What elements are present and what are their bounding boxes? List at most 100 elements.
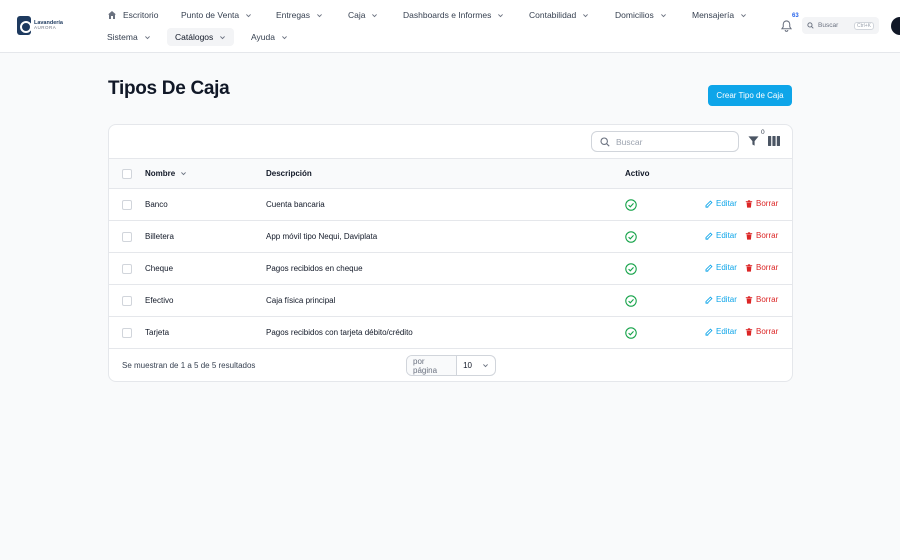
- column-header-name[interactable]: Nombre: [145, 169, 187, 178]
- table-row: Tarjeta Pagos recibidos con tarjeta débi…: [109, 317, 792, 349]
- nav-item-label: Entregas: [276, 10, 311, 20]
- check-circle-icon: [625, 231, 637, 243]
- column-header-active: Activo: [625, 169, 649, 178]
- table-search-input[interactable]: Buscar: [591, 131, 739, 152]
- nav-item-label: Escritorio: [123, 10, 159, 20]
- filter-icon[interactable]: [748, 135, 759, 147]
- chevron-down-icon: [498, 13, 504, 17]
- chevron-down-icon: [282, 35, 287, 39]
- edit-button[interactable]: Editar: [705, 231, 737, 240]
- notification-count-badge: 63: [792, 13, 799, 19]
- user-avatar[interactable]: [891, 17, 900, 35]
- cell-description: Cuenta bancaria: [266, 200, 325, 209]
- chevron-down-icon: [660, 13, 666, 17]
- row-checkbox[interactable]: [122, 296, 132, 306]
- chevron-down-icon: [483, 364, 488, 368]
- nav-item-catalogos[interactable]: Catálogos: [167, 28, 235, 46]
- chevron-down-icon: [144, 35, 150, 39]
- filter-count-badge: 0: [761, 129, 765, 136]
- edit-label: Editar: [716, 231, 737, 240]
- nav-item-dashboards[interactable]: Dashboards e Informes: [403, 6, 504, 24]
- select-all-checkbox[interactable]: [122, 169, 132, 179]
- nav-item-ayuda[interactable]: Ayuda: [251, 28, 288, 46]
- column-header-label: Nombre: [145, 169, 176, 178]
- nav-item-mensajeria[interactable]: Mensajería: [692, 6, 747, 24]
- nav-item-entregas[interactable]: Entregas: [276, 6, 323, 24]
- global-search-button[interactable]: Buscar Ctrl+K: [802, 17, 879, 34]
- edit-icon: [705, 263, 713, 272]
- edit-button[interactable]: Editar: [705, 199, 737, 208]
- cell-name: Banco: [145, 200, 168, 209]
- cell-name: Cheque: [145, 264, 174, 273]
- search-icon: [807, 22, 814, 29]
- washing-machine-icon: [17, 16, 32, 35]
- nav-item-escritorio[interactable]: Escritorio: [107, 6, 158, 24]
- delete-button[interactable]: Borrar: [745, 199, 778, 208]
- page-title: Tipos De Caja: [108, 78, 230, 99]
- nav-item-contabilidad[interactable]: Contabilidad: [529, 6, 589, 24]
- trash-icon: [745, 327, 753, 336]
- table-card: Buscar 0 Nombre Descripción Activo Banco…: [108, 124, 793, 382]
- nav-item-label: Ayuda: [251, 32, 275, 42]
- cell-description: Caja física principal: [266, 296, 336, 305]
- nav-item-label: Mensajería: [692, 10, 735, 20]
- cell-name: Billetera: [145, 232, 174, 241]
- columns-icon[interactable]: [768, 136, 780, 146]
- per-page-select[interactable]: por página 10: [406, 355, 496, 376]
- edit-button[interactable]: Editar: [705, 263, 737, 272]
- column-header-label: Descripción: [266, 169, 312, 178]
- per-page-value: 10: [463, 361, 472, 370]
- check-circle-icon: [625, 199, 637, 211]
- delete-label: Borrar: [756, 231, 779, 240]
- nav-item-caja[interactable]: Caja: [348, 6, 378, 24]
- cell-name: Tarjeta: [145, 328, 170, 337]
- chevron-down-icon: [741, 13, 746, 17]
- edit-label: Editar: [716, 263, 737, 272]
- delete-label: Borrar: [756, 199, 779, 208]
- per-page-label: por página: [407, 356, 458, 375]
- edit-button[interactable]: Editar: [705, 295, 737, 304]
- pagination-summary: Se muestran de 1 a 5 de 5 resultados: [122, 361, 256, 370]
- nav-item-label: Contabilidad: [529, 10, 577, 20]
- trash-icon: [745, 263, 753, 272]
- edit-button[interactable]: Editar: [705, 327, 737, 336]
- cell-name: Efectivo: [145, 296, 174, 305]
- row-checkbox[interactable]: [122, 232, 132, 242]
- chevron-down-icon: [181, 172, 187, 176]
- check-circle-icon: [625, 263, 637, 275]
- delete-button[interactable]: Borrar: [745, 295, 778, 304]
- delete-label: Borrar: [756, 263, 779, 272]
- nav-item-label: Dashboards e Informes: [403, 10, 492, 20]
- row-checkbox[interactable]: [122, 328, 132, 338]
- nav-item-punto-de-venta[interactable]: Punto de Venta: [181, 6, 252, 24]
- edit-icon: [705, 231, 713, 240]
- table-row: Efectivo Caja física principal Editar Bo…: [109, 285, 792, 317]
- column-header-label: Activo: [625, 169, 650, 178]
- create-cash-type-button[interactable]: Crear Tipo de Caja: [708, 85, 792, 106]
- nav-item-label: Catálogos: [175, 32, 214, 42]
- cell-description: Pagos recibidos con tarjeta débito/crédi…: [266, 328, 413, 337]
- column-header-description: Descripción: [266, 169, 312, 178]
- trash-icon: [745, 199, 753, 208]
- bell-icon[interactable]: [780, 19, 793, 32]
- edit-label: Editar: [716, 295, 737, 304]
- cell-description: App móvil tipo Nequi, Daviplata: [266, 232, 378, 241]
- nav-item-label: Domicilios: [615, 10, 654, 20]
- cell-description: Pagos recibidos en cheque: [266, 264, 363, 273]
- delete-button[interactable]: Borrar: [745, 263, 778, 272]
- chevron-down-icon: [220, 35, 226, 39]
- brand-subname: AURORA: [33, 25, 57, 30]
- row-checkbox[interactable]: [122, 200, 132, 210]
- brand-logo[interactable]: Lavandería AURORA: [17, 16, 63, 35]
- trash-icon: [745, 295, 753, 304]
- table-header: Nombre Descripción Activo: [109, 158, 792, 189]
- nav-item-sistema[interactable]: Sistema: [107, 28, 151, 46]
- row-checkbox[interactable]: [122, 264, 132, 274]
- delete-button[interactable]: Borrar: [745, 327, 778, 336]
- delete-button[interactable]: Borrar: [745, 231, 778, 240]
- table-row: Cheque Pagos recibidos en cheque Editar …: [109, 253, 792, 285]
- edit-icon: [705, 199, 713, 208]
- check-circle-icon: [625, 295, 637, 307]
- table-row: Billetera App móvil tipo Nequi, Daviplat…: [109, 221, 792, 253]
- nav-item-domicilios[interactable]: Domicilios: [615, 6, 667, 24]
